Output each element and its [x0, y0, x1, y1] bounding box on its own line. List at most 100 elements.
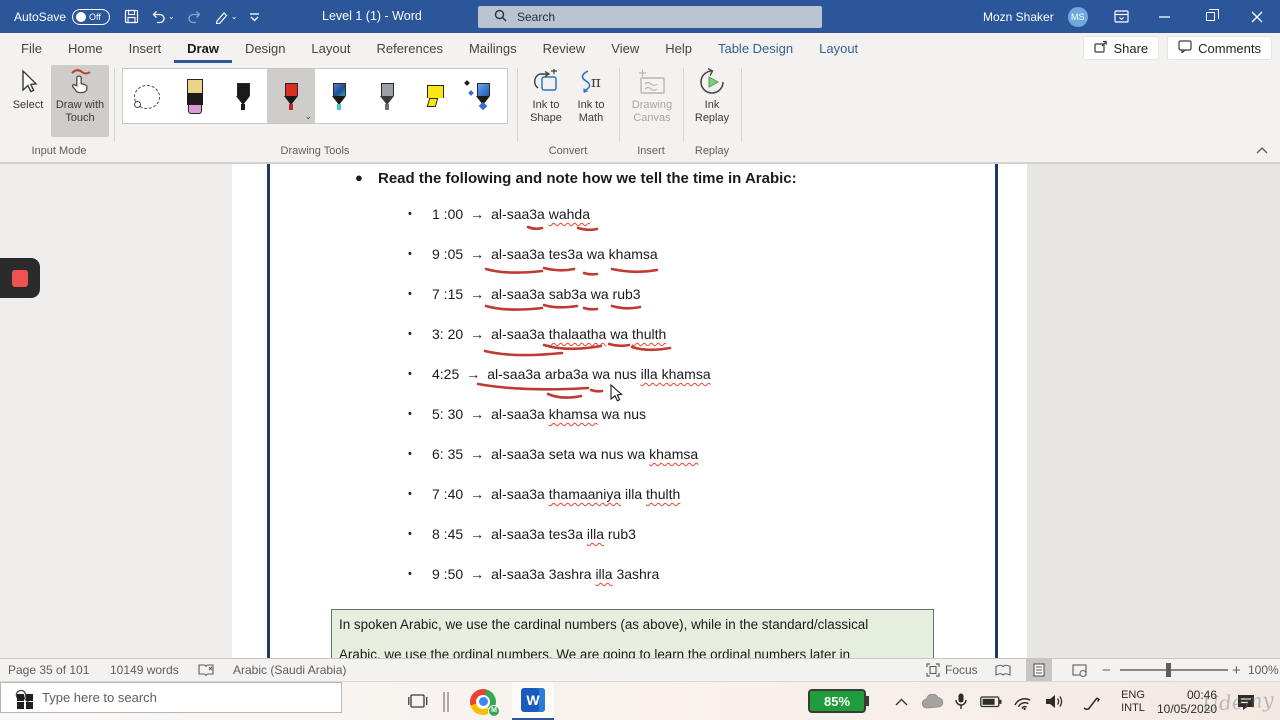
- zoom-level[interactable]: 100%: [1248, 659, 1279, 681]
- autosave-state: Off: [89, 12, 101, 22]
- avatar[interactable]: MS: [1068, 7, 1088, 27]
- comments-button[interactable]: Comments: [1167, 36, 1272, 60]
- account-area[interactable]: Mozn Shaker MS: [983, 0, 1088, 33]
- undo-dropdown-icon[interactable]: ⌄: [168, 13, 175, 21]
- document-area: ● Read the following and note how we tel…: [0, 163, 1280, 658]
- note-box[interactable]: In spoken Arabic, we use the cardinal nu…: [331, 609, 934, 658]
- restore-button[interactable]: [1193, 0, 1227, 33]
- draw-with-touch-button[interactable]: Draw with Touch: [51, 65, 109, 137]
- tab-insert[interactable]: Insert: [116, 33, 175, 63]
- pen-galaxy-pen[interactable]: [315, 69, 363, 123]
- focus-button[interactable]: Focus: [926, 659, 978, 681]
- stop-recording-button[interactable]: [12, 270, 28, 287]
- word-icon: W: [521, 688, 545, 712]
- pen-lasso-select[interactable]: [123, 69, 171, 123]
- customize-qat-icon[interactable]: [249, 12, 260, 22]
- redo-button[interactable]: [187, 9, 202, 24]
- time-line[interactable]: •9 :50→al-saa3a 3ashra illa 3ashra: [408, 565, 659, 583]
- pen-red-pen[interactable]: ⌄: [267, 69, 315, 123]
- read-mode-button[interactable]: [990, 659, 1016, 681]
- close-button[interactable]: [1240, 0, 1274, 33]
- web-layout-button[interactable]: [1066, 659, 1092, 681]
- tab-home[interactable]: Home: [55, 33, 116, 63]
- clock[interactable]: 00:4610/05/2020: [1152, 682, 1222, 720]
- arrow-glyph: →: [470, 246, 484, 262]
- time-line[interactable]: •7 :40→al-saa3a thamaaniya illa thulth: [408, 485, 680, 503]
- onedrive-cloud-icon[interactable]: [918, 682, 946, 720]
- tab-layout[interactable]: Layout: [806, 33, 871, 63]
- windows-ink-pen-icon[interactable]: [1076, 682, 1106, 720]
- action-center-button[interactable]: [1232, 682, 1260, 720]
- user-name: Mozn Shaker: [983, 10, 1054, 24]
- language-status[interactable]: Arabic (Saudi Arabia): [233, 659, 346, 681]
- doc-heading[interactable]: ● Read the following and note how we tel…: [355, 170, 797, 187]
- arrow-glyph: →: [470, 486, 484, 502]
- save-icon[interactable]: [124, 9, 139, 24]
- touch-draw-button[interactable]: ⌄: [214, 9, 238, 24]
- document-page[interactable]: ● Read the following and note how we tel…: [232, 164, 1027, 658]
- touch-draw-dropdown-icon[interactable]: ⌄: [231, 13, 238, 21]
- proofing-icon[interactable]: [198, 659, 215, 681]
- minimize-button[interactable]: [1148, 0, 1182, 33]
- search-box[interactable]: Search: [478, 6, 822, 28]
- autosave-switch[interactable]: Off: [72, 9, 110, 25]
- tab-table-design[interactable]: Table Design: [705, 33, 806, 63]
- word-count[interactable]: 10149 words: [110, 659, 179, 681]
- ribbon-display-options-icon[interactable]: [1104, 0, 1138, 33]
- page-info[interactable]: Page 35 of 101: [8, 659, 89, 681]
- share-button[interactable]: Share: [1083, 36, 1159, 60]
- pen-pencil[interactable]: [363, 69, 411, 123]
- zoom-out-button[interactable]: −: [1102, 659, 1111, 681]
- select-button[interactable]: Select: [6, 65, 50, 112]
- ink-replay-button[interactable]: Ink Replay: [688, 65, 736, 125]
- pen-dropdown-icon[interactable]: ⌄: [304, 111, 312, 122]
- print-layout-button[interactable]: [1026, 659, 1052, 681]
- time-line[interactable]: •5: 30→al-saa3a khamsa wa nus: [408, 405, 646, 423]
- time-line[interactable]: •9 :05→al-saa3a tes3a wa khamsa: [408, 245, 658, 263]
- word-taskbar-button[interactable]: W: [512, 682, 554, 720]
- windows-logo-icon: [17, 694, 33, 710]
- tab-mailings[interactable]: Mailings: [456, 33, 530, 63]
- collapse-ribbon-icon[interactable]: [1256, 141, 1268, 159]
- language-indicator[interactable]: ENGINTL: [1116, 682, 1150, 720]
- tab-help[interactable]: Help: [652, 33, 705, 63]
- microphone-icon[interactable]: [948, 682, 974, 720]
- time-line[interactable]: •4:25→al-saa3a arba3a wa nus illa khamsa: [408, 365, 711, 383]
- pen-blue-sparkle-pen[interactable]: [459, 69, 507, 123]
- pen-yellow-highlighter[interactable]: [411, 69, 459, 123]
- start-button[interactable]: [8, 682, 42, 720]
- undo-button[interactable]: ⌄: [151, 9, 175, 24]
- zoom-in-button[interactable]: +: [1232, 659, 1241, 681]
- volume-icon[interactable]: [1040, 682, 1070, 720]
- drawing-canvas-button[interactable]: Drawing Canvas: [625, 65, 679, 125]
- pen-black-pen[interactable]: [219, 69, 267, 123]
- ink-to-shape-button[interactable]: Ink to Shape: [524, 65, 568, 125]
- tab-draw[interactable]: Draw: [174, 33, 232, 63]
- time-line[interactable]: •6: 35→al-saa3a seta wa nus wa khamsa: [408, 445, 698, 463]
- autosave-toggle[interactable]: AutoSave Off: [14, 9, 110, 25]
- zoom-slider[interactable]: [1120, 659, 1228, 681]
- chrome-taskbar-button[interactable]: M: [462, 682, 504, 720]
- zoom-slider-handle[interactable]: [1166, 663, 1171, 677]
- tab-references[interactable]: References: [363, 33, 455, 63]
- task-view-button[interactable]: [400, 682, 436, 720]
- tab-view[interactable]: View: [598, 33, 652, 63]
- battery-widget[interactable]: 85%: [808, 689, 866, 713]
- tab-layout[interactable]: Layout: [298, 33, 363, 63]
- comments-label: Comments: [1198, 41, 1261, 56]
- battery-icon[interactable]: [976, 682, 1006, 720]
- time-line[interactable]: •3: 20→al-saa3a thalaatha wa thulth: [408, 325, 666, 343]
- pen-eraser[interactable]: [171, 69, 219, 123]
- time-line[interactable]: •8 :45→al-saa3a tes3a illa rub3: [408, 525, 636, 543]
- ribbon-draw: Select Draw with Touch Input Mode ⌄ Draw…: [0, 63, 1280, 163]
- select-cursor-icon: [16, 65, 40, 99]
- wifi-icon[interactable]: [1008, 682, 1038, 720]
- taskbar-search[interactable]: Type here to search: [0, 682, 342, 713]
- tray-expand-button[interactable]: [888, 682, 914, 720]
- tab-design[interactable]: Design: [232, 33, 298, 63]
- tab-review[interactable]: Review: [530, 33, 599, 63]
- tab-file[interactable]: File: [8, 33, 55, 63]
- time-line[interactable]: •7 :15→al-saa3a sab3a wa rub3: [408, 285, 641, 303]
- ink-to-math-button[interactable]: π Ink to Math: [570, 65, 612, 125]
- time-line[interactable]: •1 :00→al-saa3a wahda: [408, 205, 590, 223]
